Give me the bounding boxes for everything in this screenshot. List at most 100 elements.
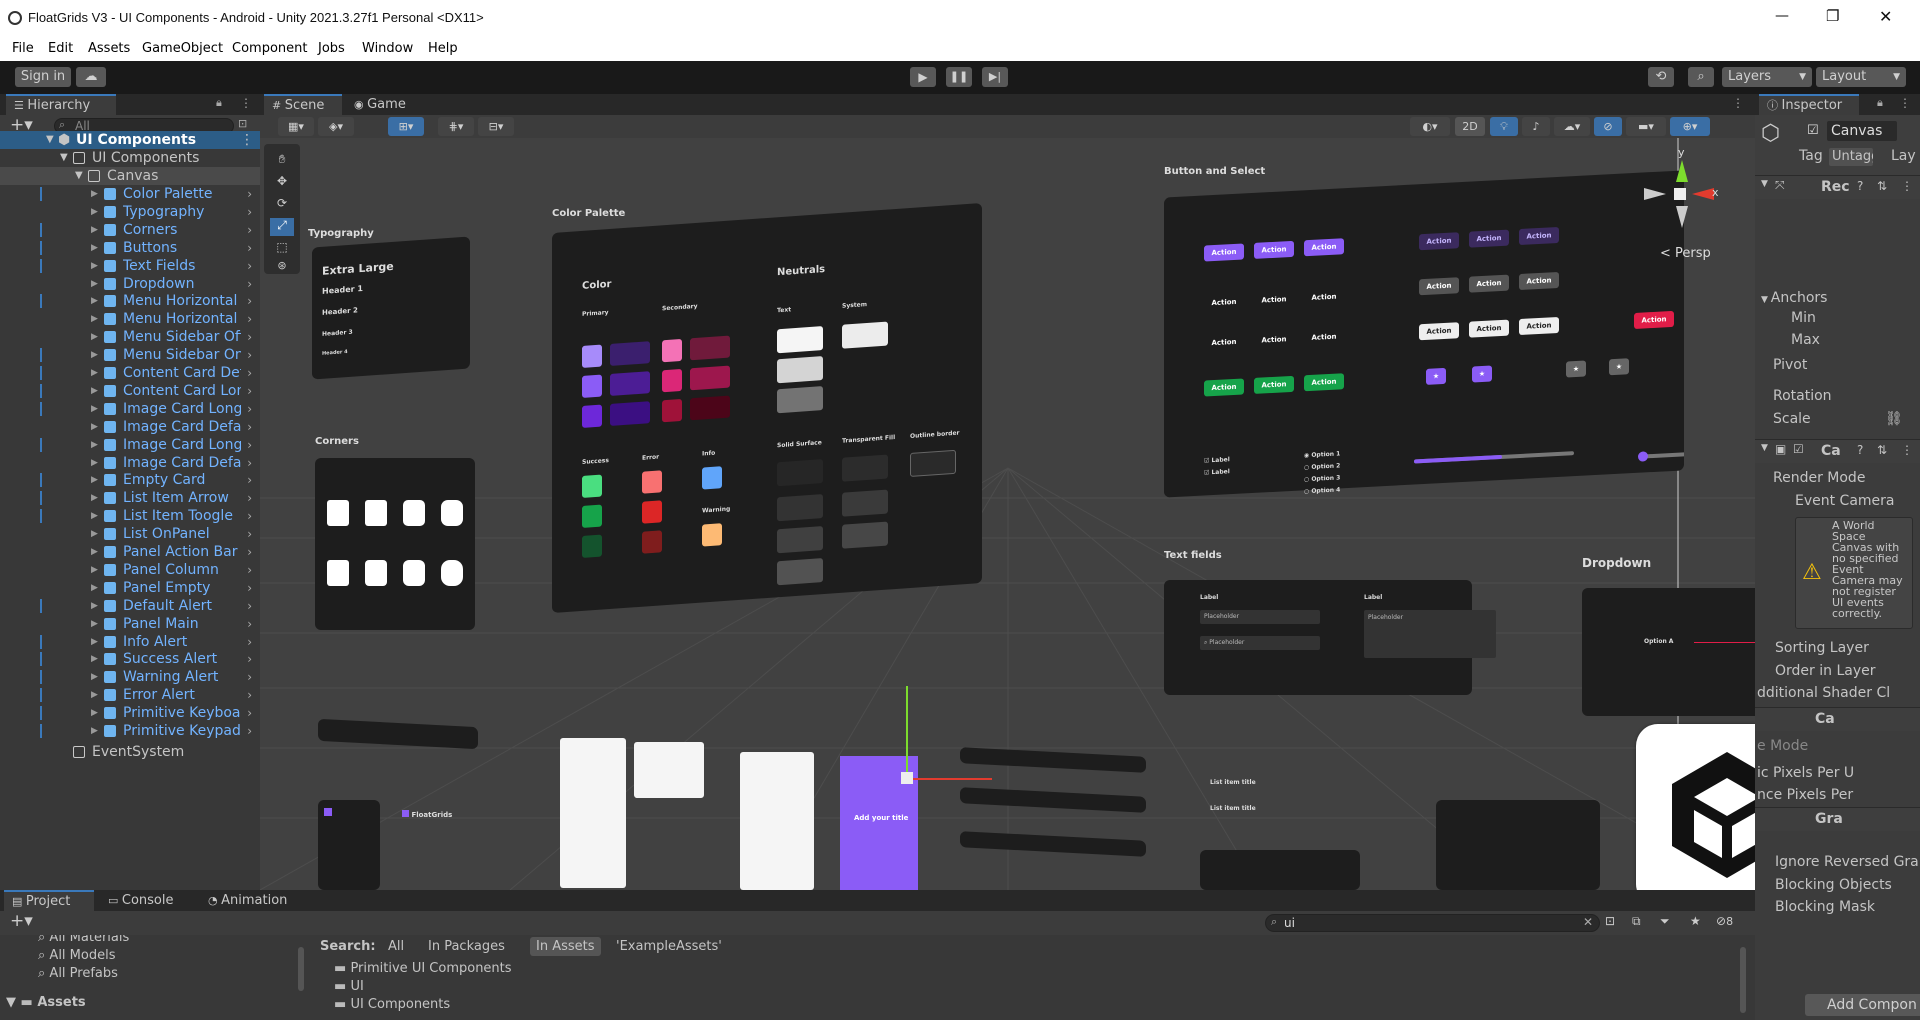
menu-file[interactable]: File bbox=[12, 41, 34, 56]
hierarchy-item[interactable]: ▶ Panel Main › bbox=[0, 615, 260, 633]
lighting-icon[interactable]: 💡︎ bbox=[1490, 117, 1518, 136]
chevron-right-icon[interactable]: › bbox=[247, 382, 252, 400]
hierarchy-item[interactable]: ▶ Default Alert › bbox=[0, 597, 260, 615]
step-button[interactable]: ▶| bbox=[982, 67, 1008, 87]
render-mode-row[interactable]: Render Mode bbox=[1755, 467, 1920, 489]
chevron-right-icon[interactable]: › bbox=[247, 364, 252, 382]
hierarchy-item[interactable]: ▶ Image Card Long › bbox=[0, 436, 260, 454]
action-button[interactable]: Action bbox=[1519, 226, 1559, 246]
more-icon[interactable]: ⋮ bbox=[1732, 96, 1744, 110]
orientation-gizmo[interactable]: y x bbox=[1640, 146, 1720, 234]
toggle-2d-button[interactable]: 2D bbox=[1455, 117, 1485, 136]
action-button[interactable]: Action bbox=[1419, 277, 1459, 296]
checkbox-label[interactable]: ☑ Label bbox=[1204, 456, 1230, 464]
hierarchy-item[interactable]: ▶ Typography › bbox=[0, 203, 260, 221]
expand-arrow-icon[interactable]: ▶ bbox=[91, 203, 98, 221]
chevron-right-icon[interactable]: › bbox=[247, 239, 252, 257]
more-icon[interactable]: ⋮ bbox=[1899, 96, 1911, 110]
add-icon[interactable]: +▾ bbox=[10, 911, 33, 931]
expand-arrow-icon[interactable]: ▶ bbox=[91, 471, 98, 489]
chevron-right-icon[interactable]: › bbox=[247, 615, 252, 633]
expand-arrow-icon[interactable]: ▶ bbox=[91, 400, 98, 418]
chevron-right-icon[interactable]: › bbox=[247, 310, 252, 328]
action-button[interactable]: Action bbox=[1254, 291, 1294, 309]
action-button[interactable]: Action bbox=[1469, 229, 1509, 248]
scene-view[interactable]: # Scene ◉ Game ⋮ ▦▾ ◈▾ ⊞▾ ⋕▾ ⊟▾ ◐▾ 2D 💡︎… bbox=[260, 94, 1755, 890]
ui-scale-mode-row[interactable]: e Mode bbox=[1755, 735, 1920, 757]
chevron-right-icon[interactable]: › bbox=[247, 668, 252, 686]
action-button[interactable]: Action bbox=[1304, 288, 1344, 306]
canvas-component-header[interactable]: ▼ ▣ ☑ Ca ? ⇅ ⋮ bbox=[1755, 439, 1920, 463]
expand-arrow-icon[interactable]: ▶ bbox=[91, 561, 98, 579]
chevron-right-icon[interactable]: › bbox=[247, 328, 252, 346]
pause-button[interactable]: ❚❚ bbox=[946, 67, 972, 87]
image-card[interactable] bbox=[634, 742, 704, 798]
layout-dropdown[interactable]: Layout ▼ bbox=[1816, 67, 1906, 87]
active-checkbox[interactable]: ☑ bbox=[1807, 123, 1819, 138]
search-by-label-icon[interactable]: ⧉ bbox=[1632, 914, 1641, 929]
result-row[interactable]: ▬ UI bbox=[334, 979, 364, 994]
list-panel[interactable] bbox=[1200, 850, 1360, 890]
gizmo-center[interactable] bbox=[1674, 188, 1686, 200]
gizmo-neg-x-cone[interactable] bbox=[1644, 188, 1666, 200]
star-button[interactable]: ★ bbox=[1472, 365, 1492, 383]
increment-snap-button[interactable]: ⊟▾ bbox=[478, 117, 514, 136]
scale-tool-icon[interactable]: ⤢ bbox=[270, 218, 294, 236]
expand-arrow-icon[interactable]: ▶ bbox=[91, 275, 98, 293]
order-in-layer-row[interactable]: Order in Layer bbox=[1755, 660, 1920, 682]
dropdown-option[interactable]: Option A bbox=[1644, 638, 1673, 645]
transform-tool-icon[interactable]: ⊛ bbox=[270, 259, 294, 273]
text-input[interactable]: Placeholder bbox=[1200, 610, 1320, 624]
hierarchy-item[interactable]: ▶ Menu Horizontal (› bbox=[0, 292, 260, 310]
link-icon[interactable]: ⛓︎ bbox=[1885, 408, 1903, 430]
search-icon[interactable]: ⌕ bbox=[1688, 67, 1714, 87]
expand-arrow-icon[interactable]: ▶ bbox=[91, 221, 98, 239]
name-field[interactable]: Canvas bbox=[1827, 121, 1897, 141]
expand-arrow-icon[interactable]: ▶ bbox=[91, 328, 98, 346]
expand-arrow-icon[interactable]: ▶ bbox=[91, 668, 98, 686]
menu-help[interactable]: Help bbox=[428, 41, 458, 56]
expand-arrow-icon[interactable]: ▶ bbox=[91, 418, 98, 436]
ignore-reversed-row[interactable]: Ignore Reversed Gra bbox=[1755, 851, 1920, 873]
action-button[interactable]: Action bbox=[1634, 310, 1674, 329]
menu-edit[interactable]: Edit bbox=[48, 41, 73, 56]
tab-game[interactable]: ◉ Game bbox=[348, 94, 418, 115]
hierarchy-item[interactable]: ▶ Panel Empty › bbox=[0, 579, 260, 597]
lock-icon[interactable]: 🔒︎ bbox=[1877, 96, 1883, 110]
chevron-right-icon[interactable]: › bbox=[247, 507, 252, 525]
dynamic-pixels-row[interactable]: ic Pixels Per U bbox=[1755, 762, 1920, 784]
menu-jobs[interactable]: Jobs bbox=[318, 41, 345, 56]
gizmo-x-axis[interactable] bbox=[908, 778, 992, 780]
action-button[interactable]: Action bbox=[1304, 373, 1344, 392]
hidden-packages-icon[interactable]: ⊘8 bbox=[1716, 914, 1733, 928]
chevron-right-icon[interactable]: › bbox=[247, 561, 252, 579]
favorite-icon[interactable]: ★ bbox=[1690, 914, 1701, 928]
tree-ui-components[interactable]: ▼ UI Components bbox=[0, 149, 260, 167]
hierarchy-item[interactable]: ▶ Buttons › bbox=[0, 239, 260, 257]
chevron-right-icon[interactable]: › bbox=[247, 704, 252, 722]
hierarchy-item[interactable]: ▶ Warning Alert › bbox=[0, 668, 260, 686]
hierarchy-item[interactable]: ▶ Corners › bbox=[0, 221, 260, 239]
hierarchy-item[interactable]: ▶ Empty Card › bbox=[0, 471, 260, 489]
gizmo-z-cone[interactable] bbox=[1676, 206, 1688, 228]
result-row[interactable]: ▬ Primitive UI Components bbox=[334, 961, 512, 976]
hierarchy-item[interactable]: ▶ List Item Toogle › bbox=[0, 507, 260, 525]
gizmo-y-axis[interactable] bbox=[906, 686, 908, 778]
radio-option[interactable]: ◉ Option 1 bbox=[1304, 450, 1340, 459]
action-button[interactable]: Action bbox=[1304, 238, 1344, 257]
hand-tool-icon[interactable]: ✋︎ bbox=[270, 152, 294, 170]
snap-button[interactable]: ⊞▾ bbox=[388, 117, 424, 136]
filter-icon[interactable]: ⊡ bbox=[238, 117, 247, 130]
chevron-right-icon[interactable]: › bbox=[247, 489, 252, 507]
hierarchy-item[interactable]: ▶ Content Card Def › bbox=[0, 364, 260, 382]
hierarchy-item[interactable]: ▶ Image Card Long › bbox=[0, 400, 260, 418]
expand-arrow-icon[interactable]: ▶ bbox=[91, 704, 98, 722]
close-button[interactable]: ✕ bbox=[1879, 7, 1892, 26]
expand-arrow-icon[interactable]: ▶ bbox=[91, 489, 98, 507]
more-icon[interactable]: ⋮ bbox=[240, 131, 254, 149]
slider-track[interactable] bbox=[1414, 451, 1574, 464]
dropdown-panel[interactable]: Option A bbox=[1582, 588, 1755, 716]
filter-in-packages[interactable]: In Packages bbox=[428, 939, 505, 954]
hierarchy-item[interactable]: ▶ Panel Action Bar › bbox=[0, 543, 260, 561]
favorite-all-materials[interactable]: ⌕ All Materials bbox=[38, 935, 129, 945]
